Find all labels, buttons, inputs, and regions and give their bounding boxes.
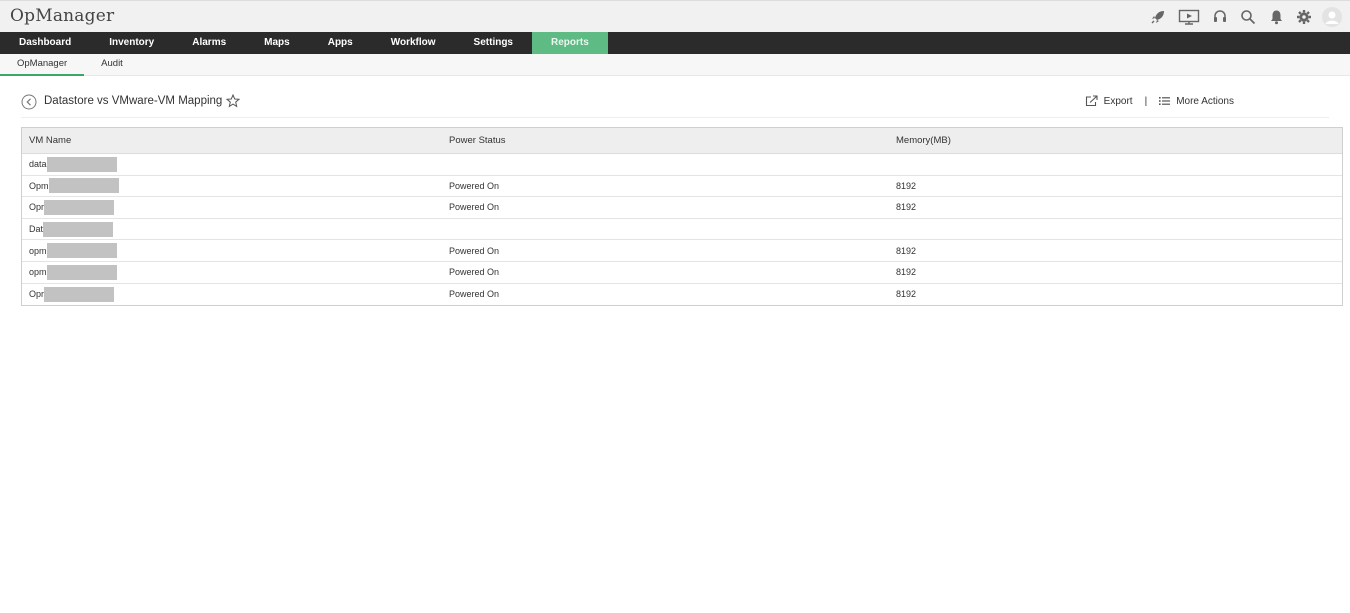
vm-name-cell: Opm (29, 176, 119, 197)
redaction-block (44, 199, 115, 215)
table-row[interactable]: opm Powered On 8192 (22, 262, 1342, 284)
table-row[interactable]: opm Powered On 8192 (22, 240, 1342, 262)
headset-icon[interactable] (1206, 6, 1234, 28)
table-row[interactable]: data (22, 154, 1342, 176)
vm-name: Dat (29, 224, 44, 235)
vm-name: Opr (29, 289, 45, 300)
redaction-block (48, 178, 119, 194)
tab-audit[interactable]: Audit (84, 54, 140, 76)
top-header: OpManager (0, 0, 1350, 32)
vm-mapping-table: VM Name Power Status Memory(MB) data Opm… (21, 127, 1343, 307)
power-status-cell: Powered On (449, 289, 500, 300)
table-row[interactable]: Opr Powered On 8192 (22, 284, 1342, 306)
nav-inventory[interactable]: Inventory (90, 32, 173, 54)
sub-nav: OpManager Audit (0, 54, 1350, 76)
vm-name-cell: Dat (29, 219, 114, 240)
redaction-block (46, 156, 117, 172)
power-status-cell: Powered On (449, 202, 500, 213)
more-actions-label: More Actions (1176, 95, 1234, 107)
app-logo[interactable]: OpManager (10, 6, 114, 26)
memory-cell: 8192 (896, 267, 917, 278)
table-header: VM Name Power Status Memory(MB) (22, 128, 1342, 154)
search-icon[interactable] (1234, 6, 1262, 28)
redaction-block (46, 243, 117, 259)
bell-icon[interactable] (1262, 6, 1290, 28)
redaction-block (44, 286, 115, 302)
header-icons (1144, 6, 1346, 28)
memory-cell: 8192 (896, 202, 917, 213)
power-status-cell: Powered On (449, 267, 500, 278)
vm-name-cell: opm (29, 240, 117, 261)
back-arrow-icon[interactable] (21, 94, 37, 110)
nav-apps[interactable]: Apps (309, 32, 372, 54)
vm-name: opm (29, 245, 47, 256)
rocket-icon[interactable] (1144, 6, 1172, 28)
export-icon (1085, 95, 1098, 107)
vm-name-cell: Opr (29, 284, 115, 306)
vm-name-cell: opm (29, 262, 117, 283)
column-header-power-status[interactable]: Power Status (449, 128, 506, 153)
list-menu-icon (1159, 97, 1171, 105)
memory-cell: 8192 (896, 180, 917, 191)
vm-name: opm (29, 267, 47, 278)
table-row[interactable]: Opm Powered On 8192 (22, 176, 1342, 198)
report-header: Datastore vs VMware-VM Mapping Export | … (21, 92, 1329, 118)
more-actions-button[interactable]: More Actions (1159, 96, 1234, 107)
vm-name: Opr (29, 202, 45, 213)
export-button[interactable]: Export (1085, 95, 1133, 107)
nav-settings[interactable]: Settings (455, 32, 532, 54)
vm-name-cell: Opr (29, 197, 115, 218)
table-row[interactable]: Dat (22, 219, 1342, 241)
user-avatar-icon[interactable] (1318, 6, 1346, 28)
column-header-memory[interactable]: Memory(MB) (896, 128, 951, 153)
column-header-vm-name[interactable]: VM Name (29, 128, 71, 153)
main-nav: Dashboard Inventory Alarms Maps Apps Wor… (0, 32, 1350, 54)
export-label: Export (1103, 95, 1133, 107)
nav-workflow[interactable]: Workflow (372, 32, 455, 54)
action-separator: | (1144, 95, 1148, 107)
page-title: Datastore vs VMware-VM Mapping (44, 95, 223, 107)
redaction-block (43, 221, 114, 237)
nav-reports[interactable]: Reports (532, 32, 608, 54)
favorite-star-icon[interactable] (225, 93, 241, 113)
nav-alarms[interactable]: Alarms (173, 32, 245, 54)
table-row[interactable]: Opr Powered On 8192 (22, 197, 1342, 219)
nav-dashboard[interactable]: Dashboard (0, 32, 90, 54)
gear-icon[interactable] (1290, 6, 1318, 28)
nav-maps[interactable]: Maps (245, 32, 309, 54)
vm-name: Opm (29, 180, 49, 191)
report-actions: Export | More Actions (1085, 95, 1234, 107)
vm-name-cell: data (29, 154, 117, 175)
redaction-block (46, 264, 117, 280)
memory-cell: 8192 (896, 289, 917, 300)
power-status-cell: Powered On (449, 245, 500, 256)
power-status-cell: Powered On (449, 180, 500, 191)
tab-opmanager[interactable]: OpManager (0, 54, 85, 76)
monitor-play-icon[interactable] (1172, 6, 1206, 28)
vm-name: data (29, 159, 47, 170)
memory-cell: 8192 (896, 245, 917, 256)
